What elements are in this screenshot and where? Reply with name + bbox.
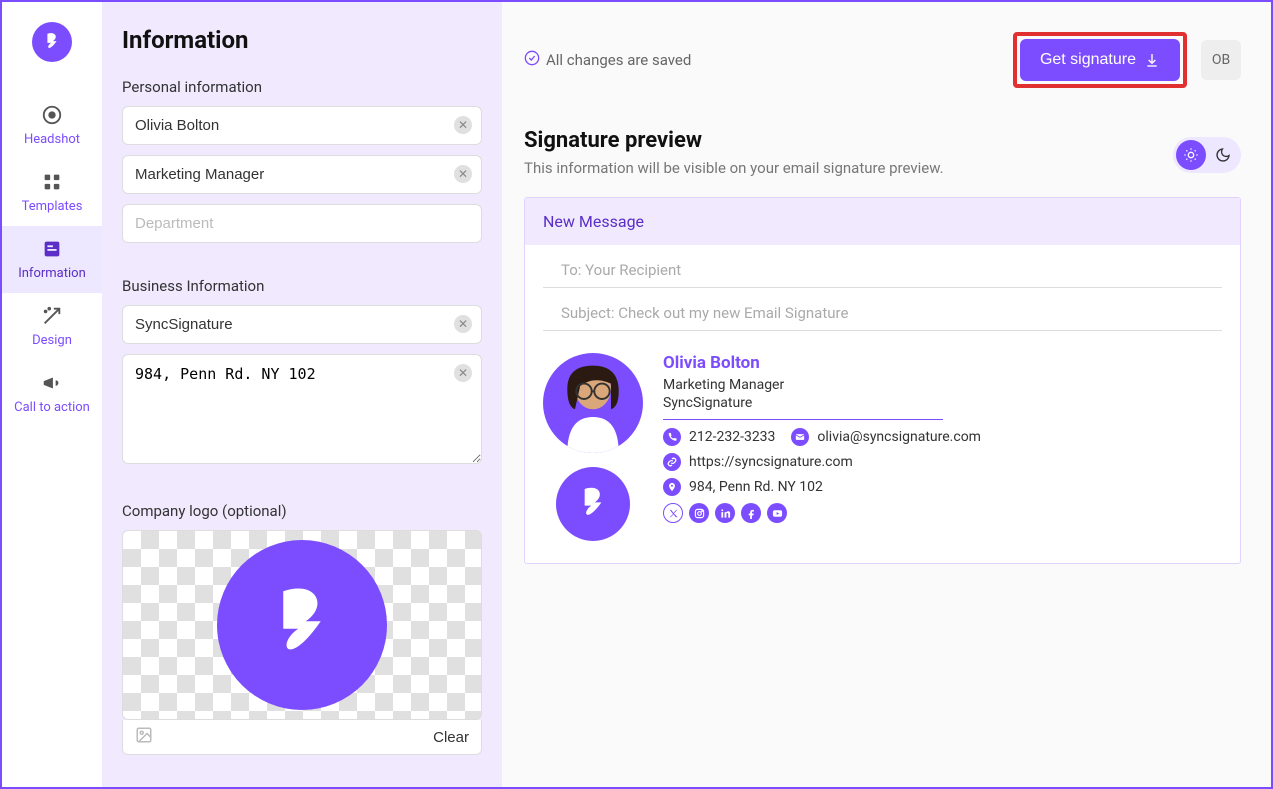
- sidebar-label: Design: [32, 333, 72, 348]
- signature-company: SyncSignature: [663, 395, 1222, 411]
- signature-divider: [663, 419, 943, 420]
- signature-job: Marketing Manager: [663, 377, 1222, 393]
- signature-body: Olivia Bolton Marketing Manager SyncSign…: [525, 331, 1240, 563]
- sidebar: Headshot Templates Information Design Ca…: [2, 2, 102, 787]
- clear-icon[interactable]: ✕: [454, 165, 472, 183]
- signature-phone: 212-232-3233: [689, 429, 775, 445]
- clear-logo-button[interactable]: Clear: [433, 729, 469, 746]
- megaphone-icon: [41, 372, 63, 394]
- dark-mode-button[interactable]: [1208, 140, 1238, 170]
- signature-headshot: [543, 353, 643, 453]
- phone-icon: [663, 428, 681, 446]
- link-icon: [663, 453, 681, 471]
- sidebar-item-templates[interactable]: Templates: [2, 159, 102, 226]
- headshot-icon: [41, 104, 63, 126]
- preview-title: Signature preview: [524, 128, 1241, 153]
- sidebar-label: Information: [18, 266, 86, 281]
- sidebar-item-cta[interactable]: Call to action: [2, 360, 102, 427]
- sidebar-label: Headshot: [24, 132, 80, 147]
- templates-icon: [41, 171, 63, 193]
- moon-icon: [1215, 147, 1231, 163]
- linkedin-icon[interactable]: [715, 503, 735, 523]
- form-panel: Information Personal information ✕ ✕ Bus…: [102, 2, 502, 787]
- sidebar-item-design[interactable]: Design: [2, 293, 102, 360]
- signature-website: https://syncsignature.com: [689, 454, 853, 470]
- name-input[interactable]: [122, 106, 482, 145]
- department-input[interactable]: [122, 204, 482, 243]
- light-mode-button[interactable]: [1176, 140, 1206, 170]
- company-logo-upload[interactable]: [122, 530, 482, 720]
- personal-section-label: Personal information: [122, 78, 482, 96]
- signature-company-logo: [556, 467, 630, 541]
- get-signature-button[interactable]: Get signature: [1020, 39, 1180, 81]
- image-icon: [135, 726, 153, 748]
- page-title: Information: [122, 26, 482, 54]
- get-signature-highlight: Get signature: [1013, 32, 1187, 88]
- download-icon: [1144, 52, 1160, 68]
- clear-icon[interactable]: ✕: [454, 315, 472, 333]
- x-twitter-icon[interactable]: [663, 503, 683, 523]
- user-avatar[interactable]: OB: [1201, 40, 1241, 80]
- job-input[interactable]: [122, 155, 482, 194]
- sidebar-label: Templates: [22, 199, 83, 214]
- facebook-icon[interactable]: [741, 503, 761, 523]
- address-input[interactable]: 984, Penn Rd. NY 102: [122, 354, 482, 464]
- email-preview-card: New Message To: Your Recipient Subject: …: [524, 197, 1241, 564]
- preview-panel: All changes are saved Get signature OB S…: [502, 2, 1271, 787]
- email-header: New Message: [525, 198, 1240, 245]
- information-icon: [41, 238, 63, 260]
- clear-icon[interactable]: ✕: [454, 364, 472, 382]
- company-input[interactable]: [122, 305, 482, 344]
- preview-subtitle: This information will be visible on your…: [524, 159, 1241, 177]
- sun-icon: [1183, 147, 1199, 163]
- signature-email: olivia@syncsignature.com: [817, 429, 981, 445]
- check-icon: [524, 50, 540, 70]
- design-icon: [41, 305, 63, 327]
- signature-name: Olivia Bolton: [663, 353, 1222, 373]
- sidebar-label: Call to action: [14, 400, 90, 415]
- email-icon: [791, 428, 809, 446]
- logo-section-label: Company logo (optional): [122, 502, 482, 520]
- saved-status: All changes are saved: [524, 50, 691, 70]
- business-section-label: Business Information: [122, 277, 482, 295]
- company-logo-preview: [217, 540, 387, 710]
- sidebar-item-information[interactable]: Information: [2, 226, 102, 293]
- sidebar-item-headshot[interactable]: Headshot: [2, 92, 102, 159]
- youtube-icon[interactable]: [767, 503, 787, 523]
- instagram-icon[interactable]: [689, 503, 709, 523]
- clear-icon[interactable]: ✕: [454, 116, 472, 134]
- signature-address: 984, Penn Rd. NY 102: [689, 479, 823, 495]
- location-icon: [663, 478, 681, 496]
- email-subject-line: Subject: Check out my new Email Signatur…: [543, 296, 1222, 331]
- theme-toggle: [1173, 137, 1241, 173]
- app-logo: [32, 22, 72, 62]
- email-to-line: To: Your Recipient: [543, 253, 1222, 288]
- social-icons-row: [663, 503, 1222, 523]
